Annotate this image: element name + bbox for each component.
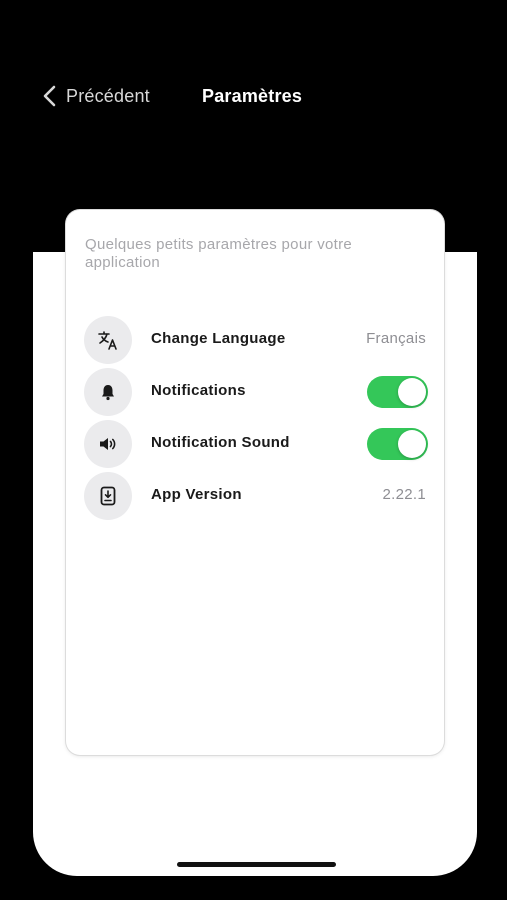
- translate-icon: [84, 316, 132, 364]
- navigation-bar: Précédent Paramètres: [0, 72, 507, 120]
- page-title: Paramètres: [202, 86, 303, 106]
- settings-card: Quelques petits paramètres pour votre ap…: [66, 210, 444, 755]
- app-version-value: 2.22.1: [382, 486, 426, 503]
- notification-sound-toggle[interactable]: [367, 428, 428, 460]
- setting-row-language[interactable]: Change Language Français: [84, 316, 428, 364]
- bell-icon: [84, 368, 132, 416]
- back-label: Précédent: [66, 85, 150, 106]
- toggle-knob: [398, 430, 426, 458]
- notifications-toggle[interactable]: [367, 376, 428, 408]
- setting-label: Change Language: [151, 330, 286, 347]
- setting-row-notifications: Notifications: [84, 368, 428, 416]
- setting-label: App Version: [151, 486, 242, 503]
- setting-row-notification-sound: Notification Sound: [84, 420, 428, 468]
- tablet-download-icon: [84, 472, 132, 520]
- setting-row-app-version: App Version 2.22.1: [84, 472, 428, 520]
- language-value: Français: [366, 330, 426, 347]
- toggle-knob: [398, 378, 426, 406]
- speaker-icon: [84, 420, 132, 468]
- home-indicator: [177, 862, 336, 867]
- back-button[interactable]: Précédent: [40, 82, 150, 110]
- settings-screen: Précédent Paramètres Quelques petits par…: [0, 0, 507, 900]
- setting-label: Notifications: [151, 382, 246, 399]
- chevron-left-icon: [43, 85, 56, 107]
- settings-intro-text: Quelques petits paramètres pour votre ap…: [85, 236, 353, 271]
- setting-label: Notification Sound: [151, 434, 290, 451]
